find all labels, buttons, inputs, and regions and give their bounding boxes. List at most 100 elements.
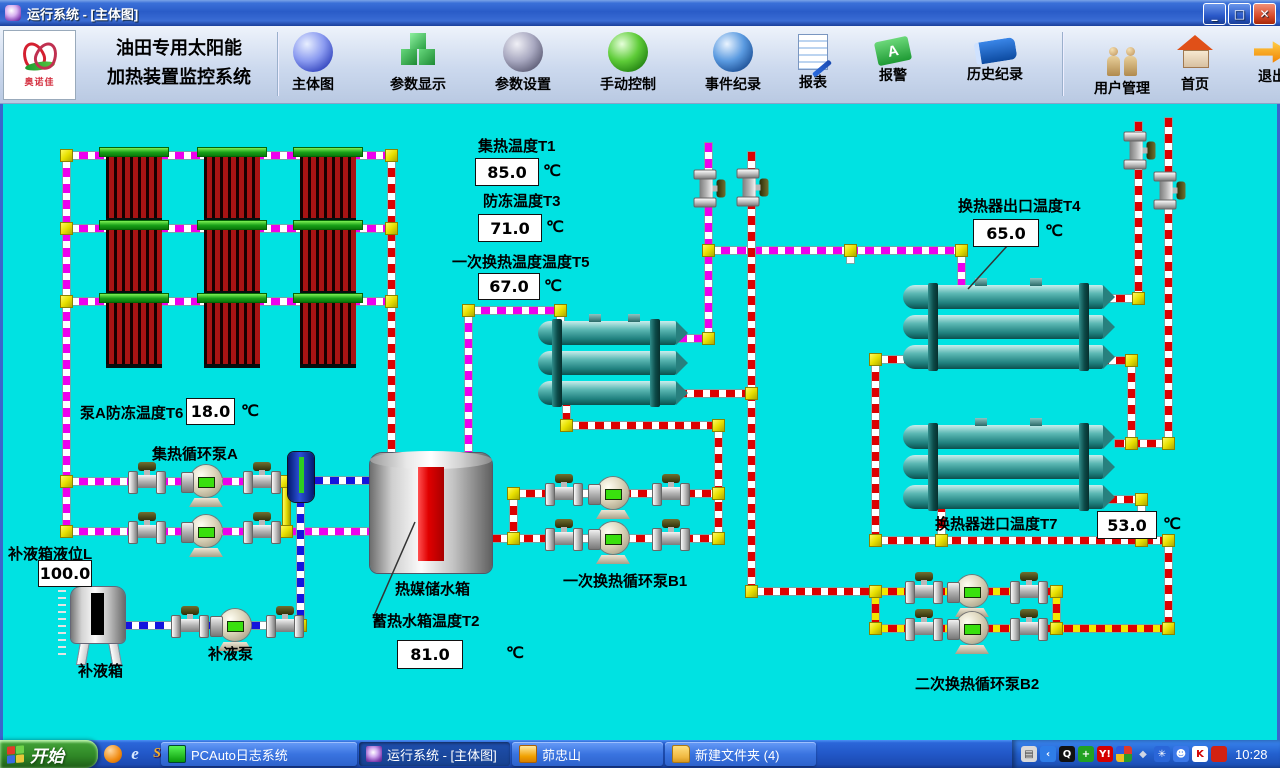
pipe-fitting — [955, 244, 968, 257]
taskbar-task-4[interactable]: 新建文件夹 (4) — [665, 742, 816, 766]
collector-header — [100, 221, 168, 229]
toolbar-button-exit[interactable]: 退出 — [1236, 32, 1280, 98]
valve — [736, 169, 769, 207]
pipe-fitting — [712, 487, 725, 500]
redbox-icon[interactable] — [1211, 746, 1227, 762]
users-icon — [1102, 32, 1142, 76]
pipe-fitting — [712, 532, 725, 545]
toolbar-button-home[interactable]: 首页 — [1159, 32, 1231, 98]
exit-icon — [1254, 40, 1280, 64]
flower-logo-icon — [23, 42, 57, 72]
report-icon — [798, 34, 828, 70]
toolbar-separator — [1062, 32, 1063, 96]
temp-unit-t3: ℃ — [546, 217, 564, 237]
temp-label-t1: 集热温度T1 — [478, 135, 556, 156]
label-makeup-tank: 补液箱 — [78, 660, 123, 681]
restore-button[interactable]: □ — [1228, 3, 1251, 25]
pipe-fitting — [745, 387, 758, 400]
pipe-fitting — [869, 622, 882, 635]
temp-value-t7: 53.0 — [1097, 511, 1157, 539]
valve — [243, 512, 281, 545]
pump — [588, 475, 638, 519]
valve — [905, 572, 943, 605]
toolbar-button-alarm[interactable]: A 报警 — [857, 32, 929, 98]
kaspersky-icon[interactable]: K — [1192, 746, 1208, 762]
pump — [947, 610, 997, 654]
pipe-segment — [872, 356, 879, 540]
valve — [128, 462, 166, 495]
keyboard-icon[interactable]: ▤ — [1021, 746, 1037, 762]
windows-logo-icon — [7, 745, 24, 763]
start-button[interactable]: 开始 — [0, 740, 98, 768]
pipe-fitting — [702, 332, 715, 345]
green-status-icon[interactable]: + — [1078, 746, 1094, 762]
diamond-icon[interactable]: ◆ — [1135, 746, 1151, 762]
quick-launch-icon-1[interactable] — [104, 745, 122, 763]
temp-unit-t5: ℃ — [544, 276, 562, 296]
valve — [1153, 172, 1186, 210]
internet-explorer-icon[interactable]: e — [126, 745, 144, 763]
toolbar-button-param-display[interactable]: 参数显示 — [382, 32, 454, 98]
solar-collector-panel — [204, 229, 260, 295]
label-pump-b1: 一次换热循环泵B1 — [563, 570, 687, 591]
pipe-segment — [563, 422, 719, 429]
temp-value-t3: 71.0 — [478, 214, 542, 242]
pipe-fitting — [60, 222, 73, 235]
pipe-fitting — [1135, 493, 1148, 506]
label-storage-tank: 热媒储水箱 — [395, 578, 470, 599]
pipe-segment — [715, 422, 722, 538]
pipe-fitting — [844, 244, 857, 257]
pipe-fitting — [1125, 354, 1138, 367]
pipe-segment — [748, 588, 874, 595]
temp-unit-t4: ℃ — [1045, 221, 1063, 241]
param-display-icon — [398, 32, 438, 72]
solar-collector-panel — [300, 302, 356, 368]
toolbar-button-report[interactable]: 报表 — [777, 32, 849, 98]
qq-messenger-icon[interactable]: Q — [1059, 746, 1075, 762]
pipe-fitting — [1050, 585, 1063, 598]
pca-task-icon — [168, 745, 186, 763]
msn-icon[interactable]: ☻ — [1173, 746, 1189, 762]
toolbar-button-event-log[interactable]: 事件纪录 — [697, 32, 769, 98]
temp-value-t5: 67.0 — [478, 273, 540, 300]
pinwheel-icon[interactable] — [1116, 746, 1132, 762]
collector-header — [294, 148, 362, 156]
toolbar-button-param-setting[interactable]: 参数设置 — [487, 32, 559, 98]
mao-task-icon — [519, 745, 537, 763]
taskbar-task-3[interactable]: 茆忠山 — [512, 742, 663, 766]
app-icon — [5, 5, 21, 21]
toolbar-button-main-diagram[interactable]: 主体图 — [277, 32, 349, 98]
logo-caption: 奥诺佳 — [24, 75, 54, 88]
taskbar-task-1[interactable]: PCAuto日志系统 — [161, 742, 357, 766]
pipe-fitting — [385, 222, 398, 235]
valve — [243, 462, 281, 495]
history-icon — [973, 37, 1017, 65]
toolbar-button-history[interactable]: 历史纪录 — [959, 32, 1031, 98]
temp-value-t6: 18.0 — [186, 398, 235, 425]
collapse-chevron-icon[interactable]: ‹ — [1040, 746, 1056, 762]
pipe-segment — [314, 477, 372, 484]
close-button[interactable]: ✕ — [1253, 3, 1276, 25]
pipe-fitting — [702, 244, 715, 257]
expansion-vessel — [288, 452, 314, 502]
level-scale — [58, 590, 66, 660]
yahoo-icon[interactable]: Y! — [1097, 746, 1113, 762]
toolbar-button-user-management[interactable]: 用户管理 — [1086, 32, 1158, 98]
pipe-fitting — [1162, 437, 1175, 450]
pipe-fitting — [462, 304, 475, 317]
solar-collector-panel — [204, 302, 260, 368]
minimize-button[interactable]: _ — [1203, 3, 1226, 25]
pipe-fitting — [712, 419, 725, 432]
valve — [1010, 609, 1048, 642]
snowflake-icon[interactable]: ✳ — [1154, 746, 1170, 762]
temp-value-t4: 65.0 — [973, 219, 1039, 247]
pump — [181, 463, 231, 507]
toolbar-button-manual-control[interactable]: 手动控制 — [592, 32, 664, 98]
taskbar: 开始 e S » PCAuto日志系统运行系统 - [主体图]茆忠山新建文件夹 … — [0, 740, 1280, 768]
taskbar-task-2[interactable]: 运行系统 - [主体图] — [359, 742, 510, 766]
pipe-fitting — [869, 353, 882, 366]
window-title: 运行系统 - [主体图] — [27, 4, 138, 23]
pipe-fitting — [60, 295, 73, 308]
solar-collector-panel — [106, 156, 162, 222]
tank-level-gauge — [418, 467, 444, 561]
